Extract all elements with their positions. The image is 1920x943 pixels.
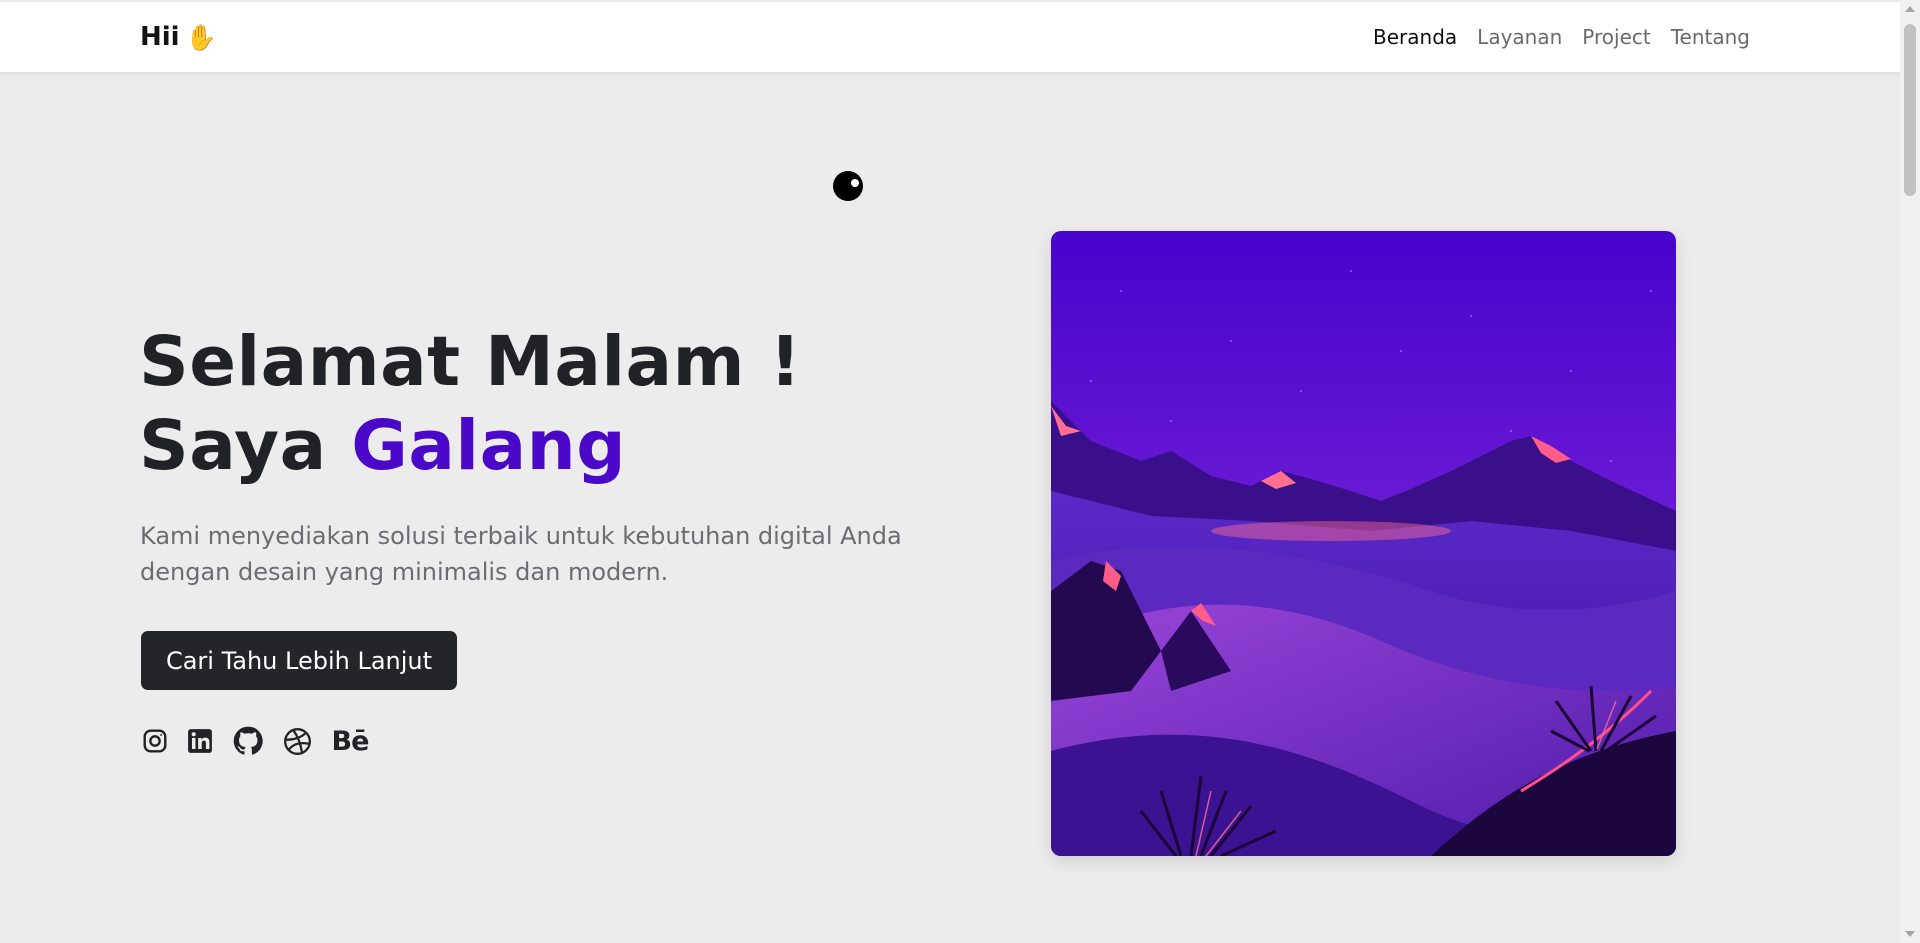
hero-image (1051, 231, 1676, 856)
nav-menu: Beranda Layanan Project Tentang (1373, 2, 1750, 72)
github-link[interactable] (232, 724, 264, 758)
cursor-eye-icon (833, 171, 863, 201)
nav-link-project[interactable]: Project (1582, 25, 1650, 49)
linkedin-link[interactable] (185, 724, 215, 758)
linkedin-icon (188, 729, 212, 753)
behance-link[interactable]: Bē (330, 724, 370, 758)
hero-name: Galang (351, 406, 627, 486)
dribbble-link[interactable] (281, 724, 313, 758)
nav-link-tentang[interactable]: Tentang (1671, 25, 1750, 49)
dribbble-icon (283, 727, 311, 755)
nav-link-beranda[interactable]: Beranda (1373, 25, 1457, 49)
instagram-link[interactable] (140, 724, 170, 758)
nav-link-layanan[interactable]: Layanan (1477, 25, 1562, 49)
brand-text: Hii (140, 22, 180, 52)
hero-greeting: Selamat Malam ! (139, 322, 802, 402)
waving-hand-icon: ✋ (185, 22, 217, 52)
instagram-icon (143, 729, 167, 753)
scrollbar-thumb[interactable] (1904, 24, 1916, 196)
hero-name-prefix: Saya (139, 406, 327, 486)
brand-logo[interactable]: Hii ✋ (140, 2, 217, 72)
hero-name-line: Saya Galang (139, 404, 802, 488)
scroll-up-arrow-icon[interactable] (1905, 6, 1915, 12)
navbar: Hii ✋ Beranda Layanan Project Tentang (0, 1, 1900, 72)
behance-icon: Bē (331, 725, 370, 757)
hero-title: Selamat Malam ! Saya Galang (139, 320, 802, 488)
vertical-scrollbar[interactable] (1900, 0, 1920, 943)
scroll-down-arrow-icon[interactable] (1905, 931, 1915, 937)
learn-more-button[interactable]: Cari Tahu Lebih Lanjut (141, 631, 457, 690)
night-desert-landscape-illustration (1051, 231, 1676, 856)
hero-description: Kami menyediakan solusi terbaik untuk ke… (140, 522, 902, 586)
github-icon (233, 726, 263, 755)
